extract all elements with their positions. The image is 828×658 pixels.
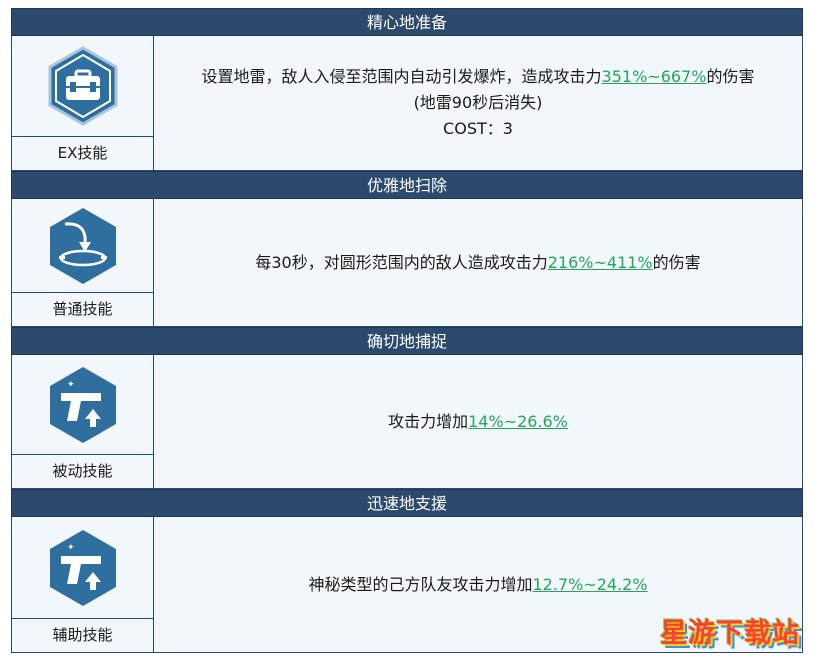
- skill-icon-column: ✦ 辅助技能: [12, 517, 154, 652]
- skill-name-header: 迅速地支援: [11, 489, 803, 517]
- skill-row: ✦ 被动技能 攻击力增加14%~26.6%: [11, 355, 803, 489]
- desc-line: 设置地雷，敌人入侵至范围内自动引发爆炸，造成攻击力351%~667%的伤害: [201, 67, 755, 86]
- skill-name-header: 精心地准备: [11, 8, 803, 36]
- site-watermark: 星游下载站: [660, 618, 800, 649]
- skill-row: 普通技能 每30秒，对圆形范围内的敌人造成攻击力216%~411%的伤害: [11, 199, 803, 327]
- value-highlight: 14%~26.6%: [468, 411, 568, 431]
- skill-icon-cell: ✦: [12, 355, 153, 454]
- skill-description: 设置地雷，敌人入侵至范围内自动引发爆炸，造成攻击力351%~667%的伤害 (地…: [154, 36, 802, 170]
- pistol-up-icon: ✦: [49, 366, 116, 443]
- skill-table: 精心地准备 EX技能 设置地雷，敌人入侵至范围内自动引发爆炸，造成攻击力351%…: [11, 8, 803, 653]
- skill-type-label: 辅助技能: [12, 618, 153, 652]
- skill-icon-cell: ✦: [12, 517, 153, 618]
- skill-name-header: 优雅地扫除: [11, 171, 803, 199]
- skill-section-normal: 优雅地扫除 普通技能 每30秒，对圆形范围内的敌人造成攻击力216%~411%的: [11, 171, 803, 327]
- desc-line: COST：3: [443, 119, 513, 138]
- skill-row: EX技能 设置地雷，敌人入侵至范围内自动引发爆炸，造成攻击力351%~667%的…: [11, 36, 803, 171]
- pistol-up-icon: ✦: [49, 529, 116, 606]
- value-highlight: 12.7%~24.2%: [532, 574, 648, 594]
- skill-icon-column: 普通技能: [12, 199, 154, 326]
- desc-line: (地雷90秒后消失): [413, 93, 543, 112]
- skill-type-label: 被动技能: [12, 454, 153, 488]
- desc-line: 攻击力增加14%~26.6%: [388, 411, 568, 431]
- skill-icon-cell: [12, 36, 153, 136]
- skill-type-label: 普通技能: [12, 292, 153, 326]
- skill-icon-cell: [12, 199, 153, 292]
- skill-description: 每30秒，对圆形范围内的敌人造成攻击力216%~411%的伤害: [154, 199, 802, 326]
- desc-line: 每30秒，对圆形范围内的敌人造成攻击力216%~411%的伤害: [255, 252, 701, 272]
- svg-text:✦: ✦: [67, 543, 75, 553]
- desc-line: 神秘类型的己方队友攻击力增加12.7%~24.2%: [308, 574, 648, 594]
- skill-icon-column: ✦ 被动技能: [12, 355, 154, 488]
- value-highlight: 351%~667%: [601, 67, 707, 86]
- skill-name-header: 确切地捕捉: [11, 327, 803, 355]
- skill-description: 攻击力增加14%~26.6%: [154, 355, 802, 488]
- svg-text:✦: ✦: [67, 380, 75, 390]
- value-highlight: 216%~411%: [547, 252, 653, 272]
- skill-section-passive: 确切地捕捉 ✦ 被动技能 攻击力增加14%~26.6%: [11, 327, 803, 489]
- briefcase-icon: [48, 46, 117, 126]
- target-drop-icon: [49, 207, 116, 284]
- skill-section-ex: 精心地准备 EX技能 设置地雷，敌人入侵至范围内自动引发爆炸，造成攻击力351%…: [11, 8, 803, 171]
- skill-icon-column: EX技能: [12, 36, 154, 170]
- skill-type-label: EX技能: [12, 136, 153, 170]
